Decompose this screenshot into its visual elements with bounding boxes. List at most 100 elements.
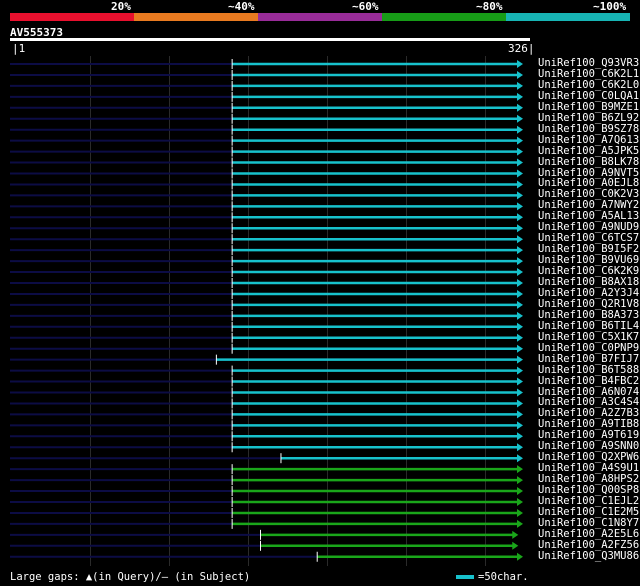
hit-row[interactable] bbox=[10, 387, 523, 398]
hit-end-arrow bbox=[517, 399, 523, 408]
hit-end-arrow bbox=[512, 530, 519, 539]
hit-label[interactable]: UniRef100_B6T588 bbox=[538, 364, 639, 376]
hit-row[interactable] bbox=[10, 486, 523, 497]
hit-row[interactable] bbox=[10, 376, 523, 387]
hit-label[interactable]: UniRef100_A7Q613 bbox=[538, 134, 639, 146]
hit-label[interactable]: UniRef100_B7FIJ7 bbox=[538, 353, 639, 365]
hit-end-arrow bbox=[512, 541, 519, 550]
hit-end-arrow bbox=[517, 169, 523, 178]
hit-row[interactable] bbox=[10, 102, 523, 113]
hit-row[interactable] bbox=[10, 464, 523, 475]
hit-row[interactable] bbox=[10, 497, 523, 507]
hit-row[interactable] bbox=[10, 332, 523, 343]
hit-end-arrow bbox=[517, 158, 523, 167]
hit-row[interactable] bbox=[10, 91, 523, 102]
hit-end-arrow bbox=[517, 465, 523, 474]
hit-end-arrow bbox=[517, 388, 523, 397]
hit-end-arrow bbox=[517, 246, 523, 255]
hit-end-arrow bbox=[517, 508, 523, 517]
hit-end-arrow bbox=[517, 92, 523, 101]
hit-row[interactable] bbox=[10, 80, 523, 91]
hit-row[interactable] bbox=[10, 409, 523, 420]
hit-end-arrow bbox=[517, 552, 523, 561]
hit-label[interactable]: UniRef100_Q3MU86 bbox=[538, 550, 639, 562]
hit-row[interactable] bbox=[10, 540, 519, 551]
hit-end-arrow bbox=[517, 498, 523, 506]
hit-end-arrow bbox=[517, 366, 523, 375]
hit-end-arrow bbox=[517, 257, 523, 266]
hit-end-arrow bbox=[517, 322, 523, 331]
hit-end-arrow bbox=[517, 224, 523, 233]
hit-label[interactable]: UniRef100_B8LK78 bbox=[538, 156, 639, 168]
hit-row[interactable] bbox=[10, 453, 523, 464]
hit-row[interactable] bbox=[10, 201, 523, 212]
hit-row[interactable] bbox=[10, 212, 523, 223]
hit-row[interactable] bbox=[10, 113, 523, 124]
hit-end-arrow bbox=[517, 235, 523, 244]
hit-row[interactable] bbox=[10, 234, 523, 245]
hit-end-arrow bbox=[517, 103, 523, 112]
scale-key-label: =50char. bbox=[478, 571, 529, 583]
hit-end-arrow bbox=[517, 300, 523, 309]
hit-end-arrow bbox=[517, 432, 523, 441]
hit-end-arrow bbox=[517, 147, 523, 156]
hit-row[interactable] bbox=[10, 299, 523, 310]
hit-row[interactable] bbox=[10, 420, 523, 431]
hit-row[interactable] bbox=[10, 223, 523, 234]
hit-row[interactable] bbox=[10, 69, 523, 80]
hit-end-arrow bbox=[517, 136, 523, 145]
hit-end-arrow bbox=[517, 289, 523, 298]
hit-row[interactable] bbox=[10, 59, 523, 69]
hit-row[interactable] bbox=[10, 190, 523, 201]
hit-row[interactable] bbox=[10, 168, 523, 179]
hit-row[interactable] bbox=[10, 442, 523, 453]
hit-end-arrow bbox=[517, 421, 523, 430]
hit-row[interactable] bbox=[10, 529, 519, 540]
hit-row[interactable] bbox=[10, 321, 523, 332]
hit-end-arrow bbox=[517, 355, 523, 364]
hit-label[interactable]: UniRef100_A5JPK5 bbox=[538, 145, 639, 157]
gaps-legend: Large gaps: ▲(in Query)/– (in Subject) bbox=[10, 571, 251, 583]
hit-end-arrow bbox=[517, 191, 523, 200]
hit-end-arrow bbox=[517, 476, 523, 485]
hit-row[interactable] bbox=[10, 256, 523, 267]
hit-end-arrow bbox=[517, 344, 523, 353]
hit-row[interactable] bbox=[10, 179, 523, 190]
hit-row[interactable] bbox=[10, 135, 523, 146]
hit-row[interactable] bbox=[10, 278, 523, 288]
hit-end-arrow bbox=[517, 454, 523, 463]
hit-row[interactable] bbox=[10, 518, 523, 529]
hit-row[interactable] bbox=[10, 343, 523, 354]
hit-row[interactable] bbox=[10, 398, 523, 409]
hit-row[interactable] bbox=[10, 431, 523, 442]
hit-end-arrow bbox=[517, 60, 523, 68]
hit-end-arrow bbox=[517, 180, 523, 189]
hit-row[interactable] bbox=[10, 354, 523, 365]
hit-row[interactable] bbox=[10, 267, 523, 278]
hit-end-arrow bbox=[517, 202, 523, 211]
scale-key-swatch bbox=[456, 575, 474, 579]
hit-end-arrow bbox=[517, 114, 523, 123]
hit-row[interactable] bbox=[10, 551, 523, 562]
hit-row[interactable] bbox=[10, 288, 523, 299]
hit-row[interactable] bbox=[10, 507, 523, 518]
hit-end-arrow bbox=[517, 487, 523, 496]
hit-end-arrow bbox=[517, 443, 523, 452]
hit-end-arrow bbox=[517, 125, 523, 134]
hit-end-arrow bbox=[517, 279, 523, 287]
hit-end-arrow bbox=[517, 519, 523, 528]
hit-end-arrow bbox=[517, 81, 523, 90]
hit-row[interactable] bbox=[10, 365, 523, 376]
hit-row[interactable] bbox=[10, 310, 523, 321]
hit-row[interactable] bbox=[10, 157, 523, 168]
hit-end-arrow bbox=[517, 70, 523, 79]
hit-row[interactable] bbox=[10, 146, 523, 157]
hit-label[interactable]: UniRef100_B4FBC2 bbox=[538, 375, 639, 387]
hit-end-arrow bbox=[517, 268, 523, 277]
hit-end-arrow bbox=[517, 410, 523, 419]
hit-row[interactable] bbox=[10, 475, 523, 486]
hit-end-arrow bbox=[517, 377, 523, 386]
hit-row[interactable] bbox=[10, 245, 523, 256]
hit-end-arrow bbox=[517, 311, 523, 320]
hit-row[interactable] bbox=[10, 124, 523, 135]
